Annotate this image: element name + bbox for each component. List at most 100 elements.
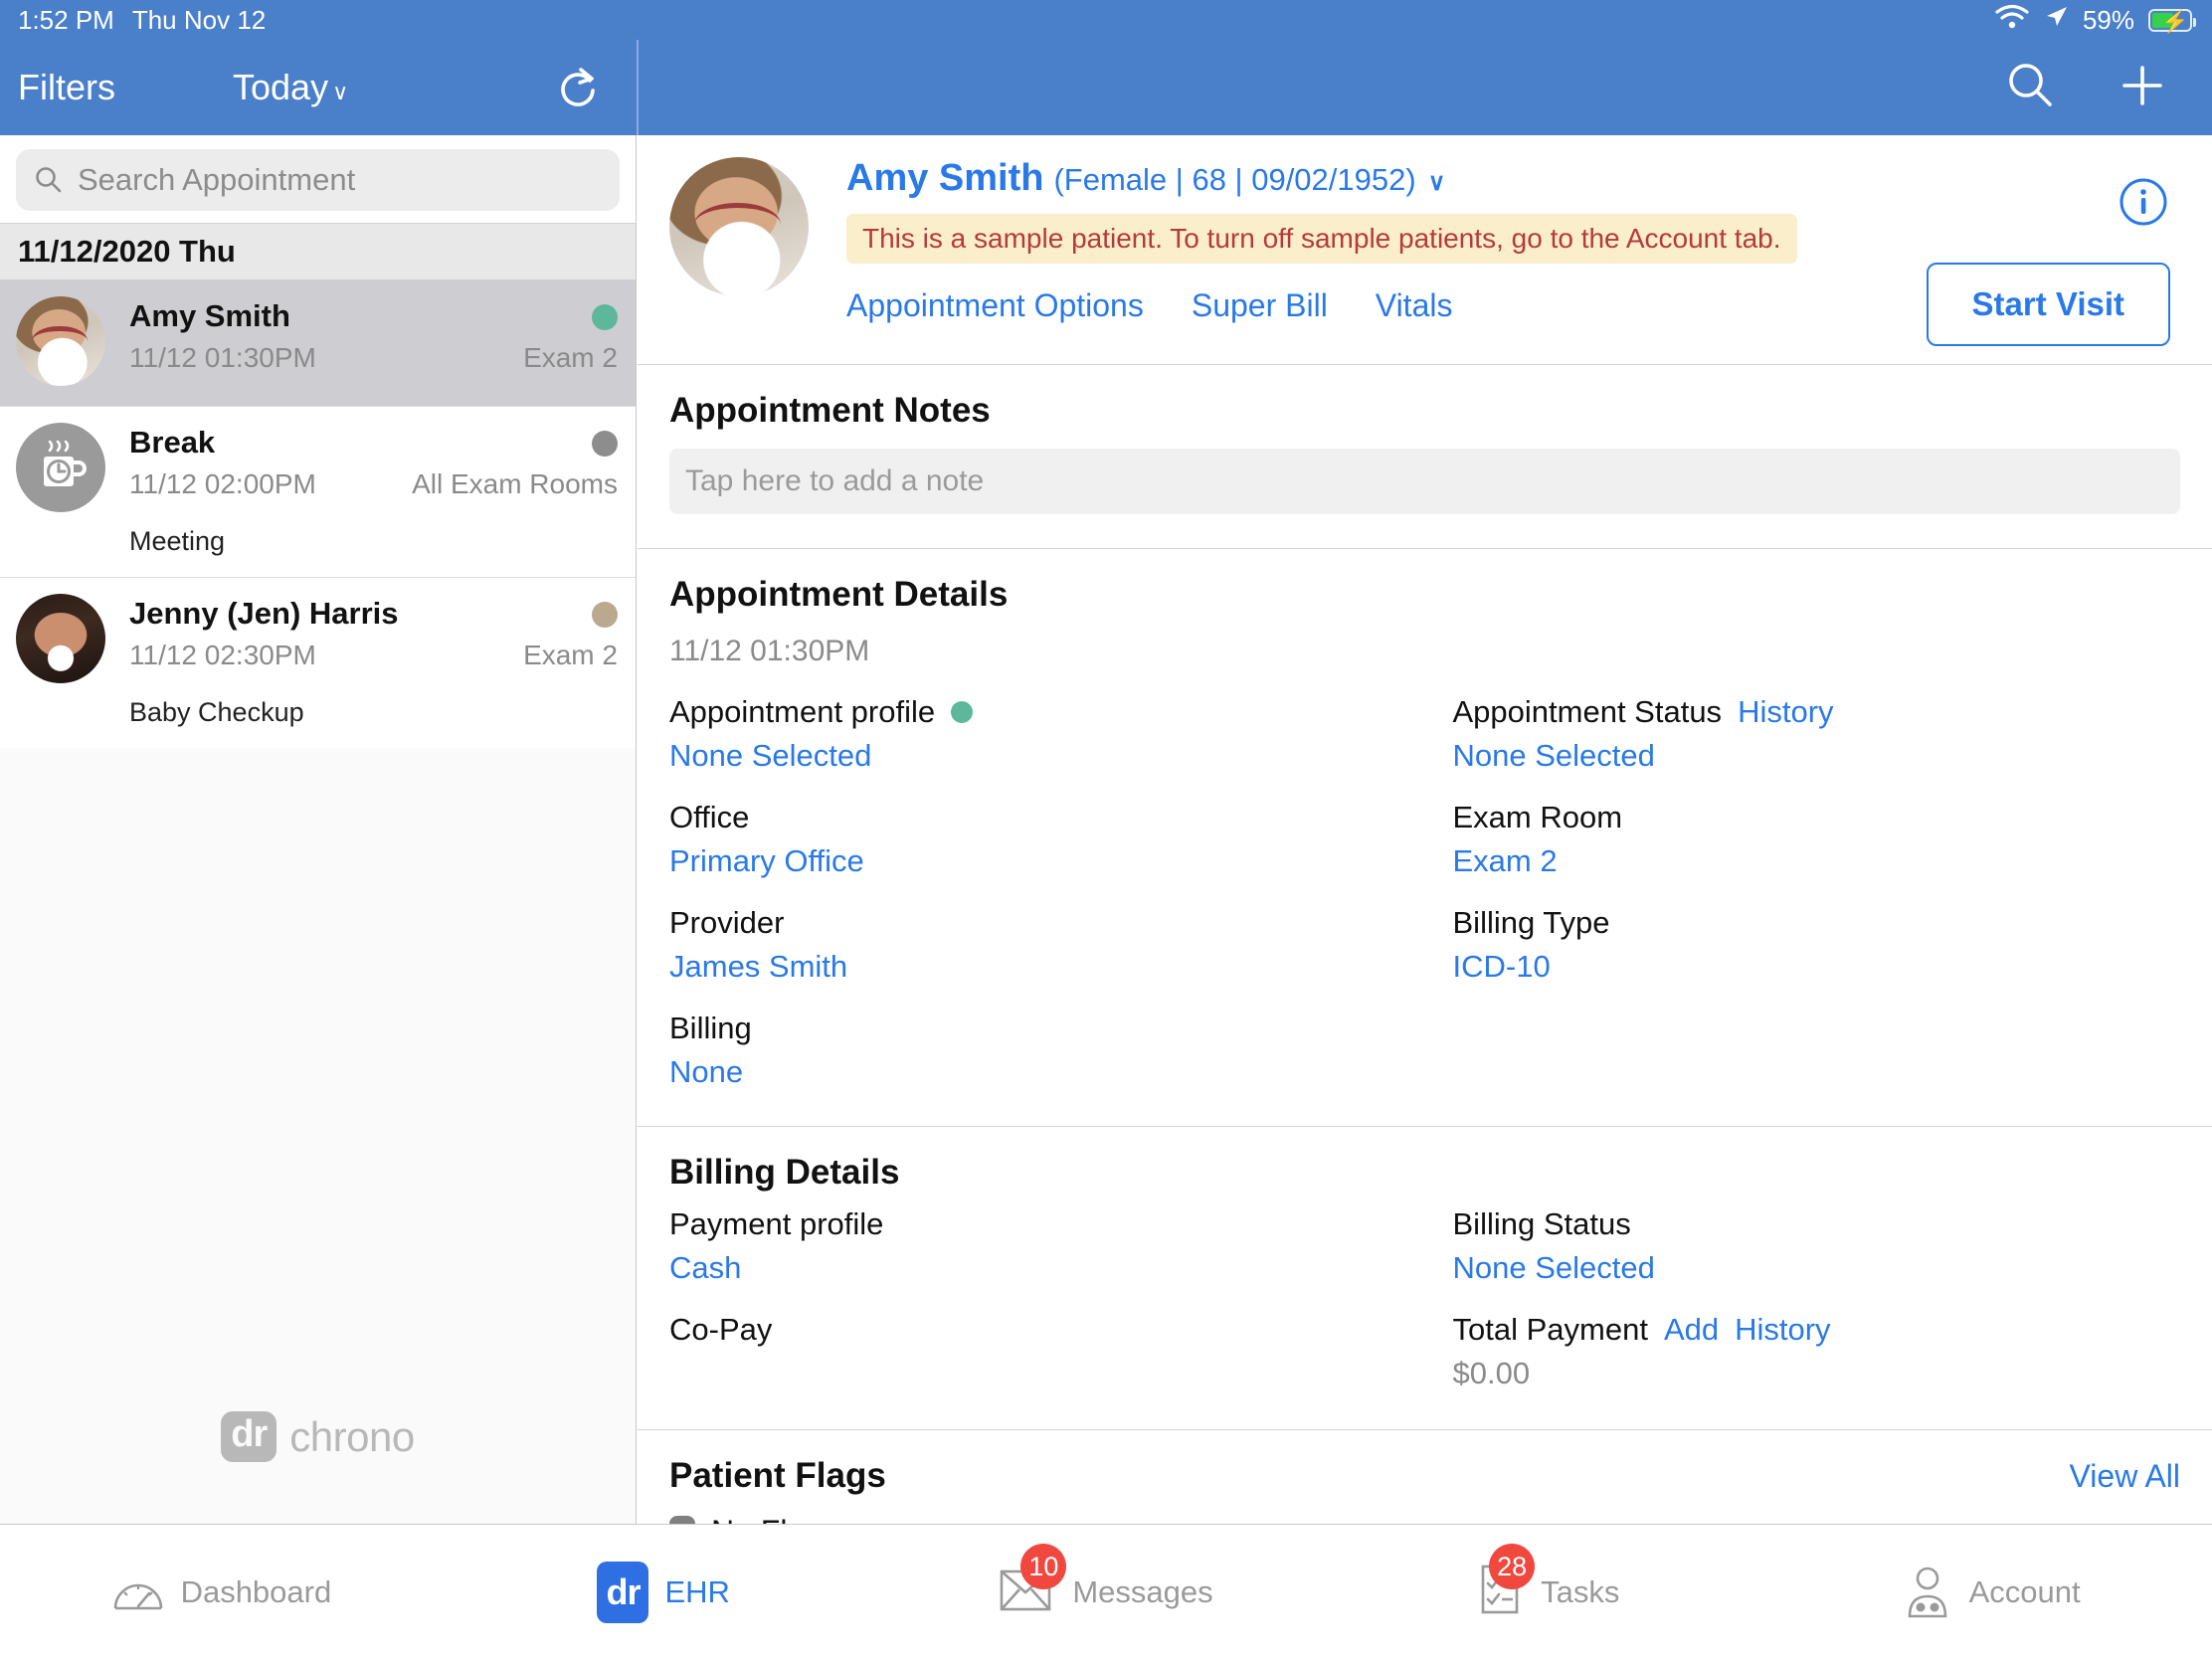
appointment-row-jenny-harris[interactable]: Jenny (Jen) Harris 11/12 02:30PM Exam 2 … <box>0 577 636 748</box>
appointment-room: Exam 2 <box>523 640 618 670</box>
appointment-name: Amy Smith <box>129 298 290 333</box>
refresh-button[interactable] <box>555 65 601 110</box>
field-billing: Billing None <box>669 1011 1425 1090</box>
field-office: Office Primary Office <box>669 800 1425 879</box>
status-time: 1:52 PM <box>18 4 114 35</box>
search-button[interactable] <box>2005 60 2057 116</box>
exam-room-value[interactable]: Exam 2 <box>1453 843 2181 879</box>
billing-status-value[interactable]: None Selected <box>1453 1250 2181 1286</box>
appointment-detail-pane: Amy Smith (Female | 68 | 09/02/1952) ∨ T… <box>638 135 2212 1524</box>
appointment-details-left-column: Appointment profile None Selected Office… <box>669 694 1425 1116</box>
today-label: Today <box>233 67 329 107</box>
patient-avatar[interactable] <box>669 157 809 296</box>
patient-header: Amy Smith (Female | 68 | 09/02/1952) ∨ T… <box>638 135 2212 346</box>
info-button[interactable] <box>2119 177 2168 232</box>
messages-badge: 10 <box>1020 1544 1067 1589</box>
appointment-details-grid: Appointment profile None Selected Office… <box>669 694 2180 1116</box>
billing-type-value[interactable]: ICD-10 <box>1453 949 2181 985</box>
field-label: Appointment profile <box>669 694 1425 730</box>
tab-label-ehr: EHR <box>664 1573 730 1609</box>
logo-badge: dr <box>221 1411 277 1462</box>
field-appointment-status: Appointment Status History None Selected <box>1453 694 2181 774</box>
status-date: Thu Nov 12 <box>131 4 267 35</box>
tab-dashboard[interactable]: Dashboard <box>0 1568 443 1616</box>
coffee-break-icon <box>16 423 105 512</box>
appointment-sidebar: Search Appointment 11/12/2020 Thu Amy Sm… <box>0 135 637 1524</box>
chevron-down-icon: ∨ <box>1427 169 1446 196</box>
search-appointment-input[interactable]: Search Appointment <box>16 149 620 211</box>
appointment-time: 11/12 02:00PM <box>129 468 316 499</box>
billing-status-label: Billing Status <box>1452 1206 1631 1241</box>
dr-logo-icon: dr <box>597 1561 649 1623</box>
billing-value[interactable]: None <box>669 1054 1425 1090</box>
search-icon <box>36 167 62 193</box>
sample-patient-banner: This is a sample patient. To turn off sa… <box>846 214 1797 264</box>
super-bill-link[interactable]: Super Bill <box>1192 287 1328 324</box>
chevron-down-icon: ∨ <box>332 80 349 104</box>
appointment-subtitle: Meeting <box>129 526 226 556</box>
appointment-options-link[interactable]: Appointment Options <box>846 287 1144 324</box>
provider-value[interactable]: James Smith <box>669 949 1425 985</box>
appointment-notes-title: Appointment Notes <box>669 391 991 430</box>
appointment-time: 11/12 01:30PM <box>129 342 316 373</box>
total-payment-history-link[interactable]: History <box>1735 1312 1830 1348</box>
appointment-meta: 11/12 02:00PM All Exam Rooms <box>129 468 620 500</box>
appointment-subtitle: Baby Checkup <box>129 697 304 727</box>
appointment-details-title: Appointment Details <box>669 575 1009 614</box>
appointment-meta: 11/12 01:30PM Exam 2 <box>129 342 620 374</box>
appointment-profile-value[interactable]: None Selected <box>669 738 1425 774</box>
appointment-room: Exam 2 <box>523 342 618 373</box>
drchrono-logo: dr chrono <box>0 1411 636 1462</box>
add-button[interactable] <box>2117 60 2168 116</box>
patient-name-row[interactable]: Amy Smith (Female | 68 | 09/02/1952) ∨ <box>846 157 2212 200</box>
nav-divider <box>637 40 639 135</box>
tab-label-account: Account <box>1968 1573 2081 1609</box>
sidebar-date-header: 11/12/2020 Thu <box>0 223 636 280</box>
appointment-status-history-link[interactable]: History <box>1738 694 1833 730</box>
status-dot <box>592 602 618 628</box>
avatar <box>16 296 105 386</box>
patient-flags-header: Patient Flags View All <box>669 1456 2180 1496</box>
bottom-tab-bar: Dashboard dr EHR 10 Messages 28 Tasks Ac… <box>0 1524 2212 1659</box>
start-visit-button[interactable]: Start Visit <box>1926 263 2170 346</box>
payment-profile-value[interactable]: Cash <box>669 1250 1425 1286</box>
appointment-status-value[interactable]: None Selected <box>1453 738 2181 774</box>
field-provider: Provider James Smith <box>669 905 1425 985</box>
status-bar-left: 1:52 PM Thu Nov 12 <box>0 5 266 36</box>
office-value[interactable]: Primary Office <box>669 843 1425 879</box>
appointment-row-break[interactable]: Break 11/12 02:00PM All Exam Rooms Meeti… <box>0 406 636 577</box>
billing-details-title: Billing Details <box>669 1153 900 1192</box>
exam-room-label: Exam Room <box>1452 800 1623 834</box>
patient-flags-view-all-link[interactable]: View All <box>2070 1458 2180 1495</box>
tasks-badge: 28 <box>1489 1544 1536 1589</box>
tasks-icon-wrap: 28 <box>1477 1544 1536 1622</box>
appointment-details-section: Appointment Details 11/12 01:30PM Appoin… <box>638 549 2212 1116</box>
patient-flags-title: Patient Flags <box>669 1456 886 1495</box>
field-billing-status: Billing Status None Selected <box>1453 1206 2181 1286</box>
today-dropdown[interactable]: Today ∨ <box>233 67 348 108</box>
appointment-note-input[interactable]: Tap here to add a note <box>669 449 2180 514</box>
appointment-row-amy-smith[interactable]: Amy Smith 11/12 01:30PM Exam 2 <box>0 280 636 406</box>
user-stethoscope-icon <box>1908 1567 1946 1617</box>
field-label: Total Payment Add History <box>1453 1312 2181 1348</box>
patient-flags-section: Patient Flags View All No Flags <box>638 1430 2212 1524</box>
appointment-row-content: Jenny (Jen) Harris 11/12 02:30PM Exam 2 … <box>129 594 620 728</box>
billing-type-label: Billing Type <box>1452 905 1610 940</box>
tab-account[interactable]: Account <box>1769 1565 2212 1620</box>
field-total-payment: Total Payment Add History $0.00 <box>1453 1312 2181 1391</box>
status-bar: 1:52 PM Thu Nov 12 59% ⚡ <box>0 0 2212 40</box>
search-icon <box>2009 63 2052 106</box>
total-payment-add-link[interactable]: Add <box>1664 1312 1719 1348</box>
vitals-link[interactable]: Vitals <box>1376 287 1453 324</box>
field-co-pay: Co-Pay <box>669 1312 1425 1348</box>
filters-button[interactable]: Filters <box>18 67 115 108</box>
billing-details-grid: Payment profile Cash Co-Pay Billing Stat… <box>669 1206 2180 1417</box>
payment-profile-label: Payment profile <box>669 1206 884 1241</box>
tab-ehr[interactable]: dr EHR <box>443 1561 885 1623</box>
search-placeholder: Search Appointment <box>78 162 356 197</box>
tab-messages[interactable]: 10 Messages <box>885 1544 1328 1618</box>
wifi-icon <box>1995 4 2029 37</box>
appointment-name: Jenny (Jen) Harris <box>129 596 399 631</box>
tab-tasks[interactable]: 28 Tasks <box>1327 1544 1769 1622</box>
nav-bar-left: Filters Today ∨ <box>0 40 637 135</box>
